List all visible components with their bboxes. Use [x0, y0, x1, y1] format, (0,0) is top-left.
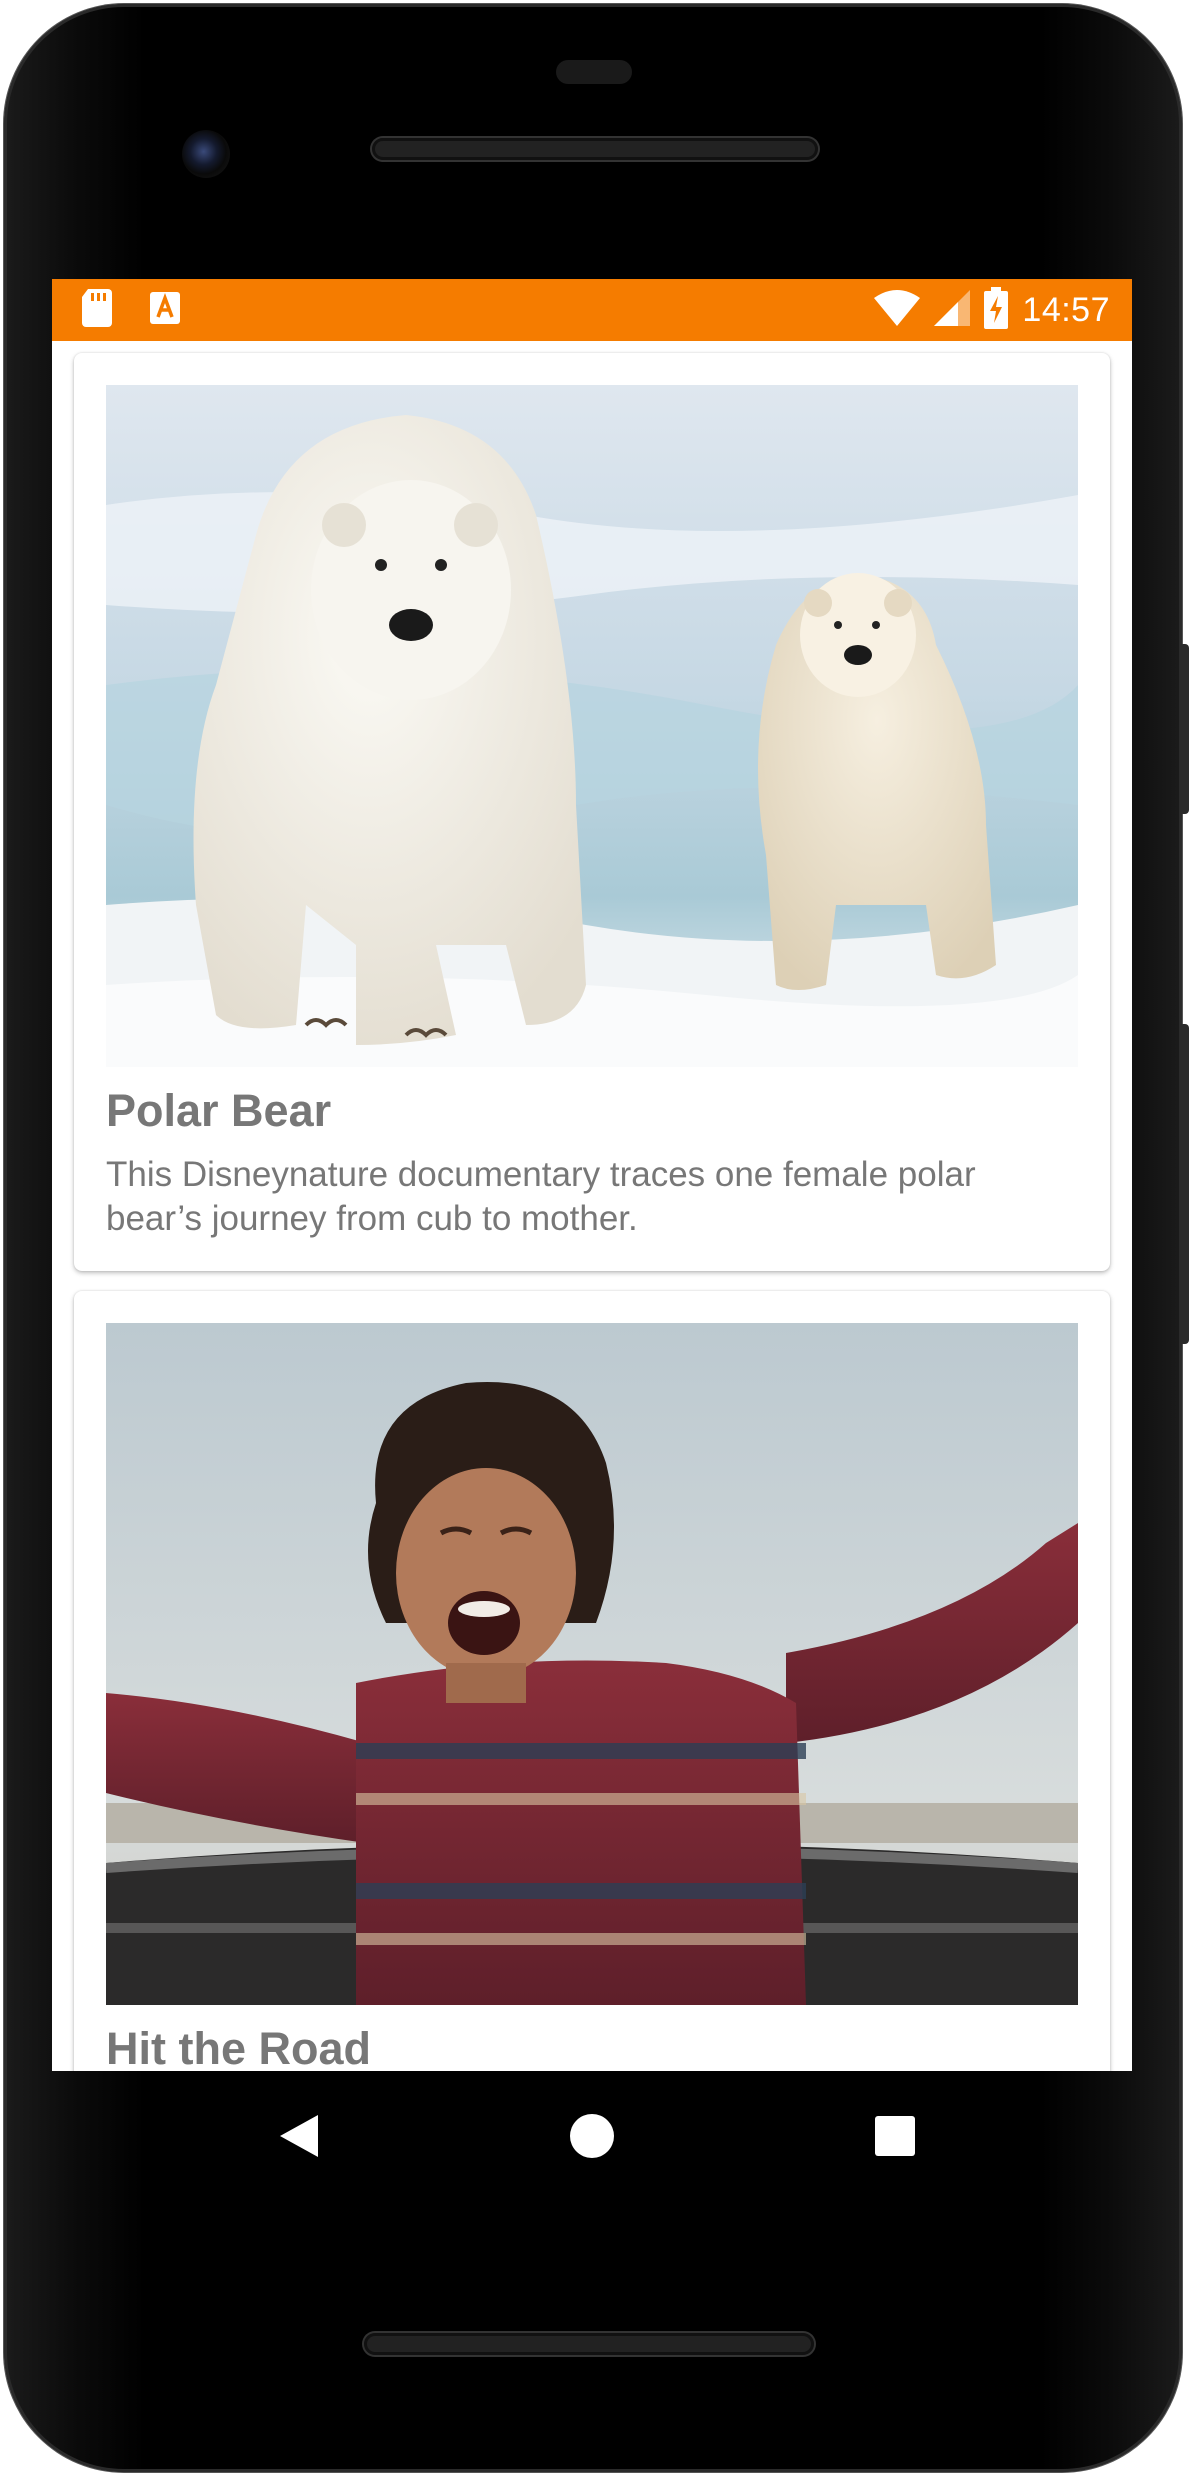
proximity-sensor — [556, 60, 632, 84]
wifi-icon — [874, 289, 921, 331]
card-title: Hit the Road — [106, 2023, 371, 2071]
movie-card[interactable]: Hit the Road — [74, 1291, 1110, 2071]
back-icon[interactable] — [264, 2101, 334, 2171]
sd-card-icon — [82, 289, 114, 332]
status-time: 14:57 — [1022, 290, 1110, 329]
recents-icon[interactable] — [860, 2101, 930, 2171]
status-bar: 14:57 — [52, 279, 1132, 341]
hit-the-road-image — [106, 1323, 1078, 2005]
home-icon[interactable] — [557, 2101, 627, 2171]
card-title: Polar Bear — [106, 1085, 332, 1136]
battery-charging-icon — [984, 286, 1009, 334]
earpiece-speaker — [372, 138, 818, 160]
movie-list[interactable]: Polar Bear This Disneynature documentary… — [52, 341, 1132, 2071]
cell-signal-icon — [934, 289, 971, 331]
bottom-speaker — [364, 2333, 814, 2355]
polar-bear-image — [106, 385, 1078, 1067]
front-camera-icon — [182, 130, 230, 178]
volume-button — [1179, 644, 1189, 814]
navigation-bar — [52, 2071, 1132, 2201]
phone-screen: 14:57 Polar Bear This Disneynature docum… — [52, 279, 1132, 2071]
movie-card[interactable]: Polar Bear This Disneynature documentary… — [74, 353, 1110, 1271]
text-a-icon — [150, 292, 180, 329]
power-button — [1179, 1024, 1189, 1344]
card-description: This Disneynature documentary traces one… — [106, 1155, 976, 1238]
